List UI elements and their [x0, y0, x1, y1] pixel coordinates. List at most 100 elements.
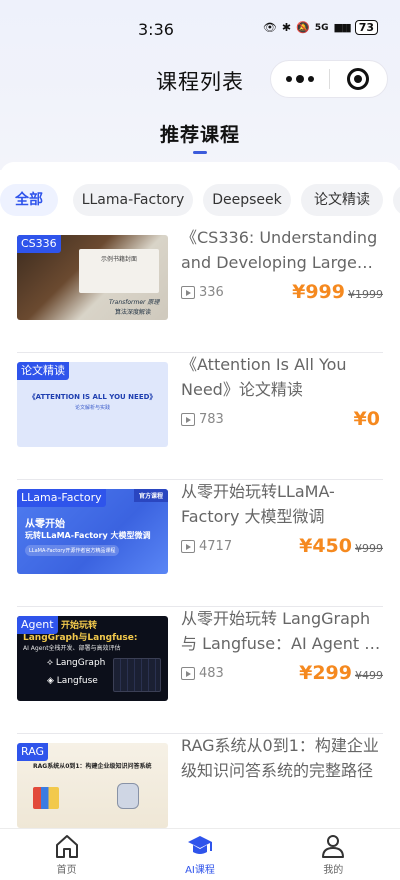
thumb-heading: 《ATTENTION IS ALL YOU NEED》 — [28, 393, 157, 401]
thumb-card: 示例书籍封面 — [79, 249, 159, 293]
langfuse-logo: ◈ Langfuse — [47, 676, 98, 686]
original-price: ¥499 — [355, 669, 383, 682]
robot-illustration — [117, 783, 139, 809]
original-price: ¥999 — [355, 542, 383, 555]
logo-text: Langfuse — [56, 676, 98, 686]
chip-deepseek[interactable]: Deepseek — [203, 184, 291, 216]
course-thumbnail: 示例书籍封面 Transformer 原理 算法深度解读 CS336 — [17, 235, 168, 320]
chip-more[interactable] — [393, 184, 400, 216]
course-title-line: 《CS336: Understanding — [181, 228, 378, 247]
course-thumbnail: 开始玩转 LangGraph与Langfuse: AI Agent全栈开发、部署… — [17, 616, 168, 701]
course-card[interactable]: 开始玩转 LangGraph与Langfuse: AI Agent全栈开发、部署… — [17, 606, 383, 734]
current-price: ¥299 — [299, 662, 352, 684]
play-icon — [181, 540, 195, 553]
price: ¥0 — [354, 408, 383, 430]
thumb-caption: AI Agent全栈开发、部署与高效评估 — [23, 645, 121, 652]
course-title-line: 级知识问答系统的完整路径 — [181, 761, 374, 780]
course-title: RAG系统从0到1：构建企业 级知识问答系统的完整路径 — [181, 733, 383, 783]
more-button[interactable] — [271, 61, 329, 97]
bluetooth-icon: ✱ — [281, 21, 292, 34]
course-title-line: 《Attention Is All You — [181, 355, 347, 374]
course-card[interactable]: 示例书籍封面 Transformer 原理 算法深度解读 CS336 《CS33… — [17, 225, 383, 353]
dot-icon — [307, 76, 314, 82]
signal-icon: ▮▮▮▮ — [333, 21, 351, 34]
view-count-value: 4717 — [199, 539, 233, 554]
course-title: 《CS336: Understanding and Developing Lar… — [181, 225, 383, 275]
dot-icon — [295, 75, 304, 83]
section-title: 推荐课程 — [159, 124, 240, 146]
battery-icon: 73 — [354, 20, 378, 35]
network-label: 5G — [314, 22, 329, 33]
view-count-value: 483 — [199, 666, 224, 681]
view-count: 483 — [181, 666, 224, 681]
course-tag: LLama-Factory — [17, 489, 106, 507]
tab-label: 我的 — [323, 865, 344, 876]
chip-all[interactable]: 全部 — [0, 184, 58, 216]
books-illustration — [33, 787, 59, 809]
course-card[interactable]: 官方课程 从零开始 玩转LLaMA-Factory 大模型微调 LLaMA-Fa… — [17, 479, 383, 607]
thumb-diagram — [113, 658, 161, 692]
tab-label: 首页 — [56, 865, 77, 876]
course-title-line: 从零开始玩转LLaMA- — [181, 482, 335, 501]
price: ¥999 ¥1999 — [292, 281, 383, 303]
mute-icon: 🔕 — [296, 21, 310, 34]
chip-paper-reading[interactable]: 论文精读 — [301, 184, 383, 216]
tab-label: AI课程 — [185, 865, 215, 876]
course-card[interactable]: RAG系统从0到1：构建企业级知识问答系统 RAG RAG系统从0到1：构建企业… — [17, 733, 383, 828]
course-title-line: Factory 大模型微调 — [181, 507, 325, 526]
tab-home[interactable]: 首页 — [0, 829, 133, 880]
tab-ai-courses[interactable]: AI课程 — [133, 829, 266, 880]
close-mini-program-button[interactable] — [329, 61, 387, 97]
mini-program-capsule — [270, 60, 388, 98]
course-tag: RAG — [17, 743, 49, 761]
thumb-caption: LLaMA-Factory开源作者官方精品课程 — [25, 545, 120, 556]
price: ¥299 ¥499 — [299, 662, 383, 684]
chip-llama-factory[interactable]: LLama-Factory — [73, 184, 193, 216]
course-tag: 论文精读 — [17, 362, 69, 380]
course-thumbnail: 官方课程 从零开始 玩转LLaMA-Factory 大模型微调 LLaMA-Fa… — [17, 489, 168, 574]
current-price: ¥450 — [299, 535, 352, 557]
tab-profile[interactable]: 我的 — [267, 829, 400, 880]
thumb-subheading: 论文解析与实践 — [74, 405, 110, 411]
status-time: 3:36 — [138, 20, 174, 39]
play-icon — [181, 286, 195, 299]
course-title: 《Attention Is All You Need》论文精读 — [181, 352, 383, 402]
section-title-underline — [193, 151, 207, 154]
course-title-line: RAG系统从0到1：构建企业 — [181, 736, 379, 755]
eye-icon: 👁 — [262, 21, 277, 34]
course-title-line: 从零开始玩转 LangGraph — [181, 609, 371, 628]
status-icons: 👁 ✱ 🔕 5G ▮▮▮▮ 73 — [263, 20, 378, 35]
user-icon — [322, 835, 345, 858]
official-badge: 官方课程 — [133, 489, 168, 502]
thumb-caption: 算法深度解读 — [115, 309, 152, 316]
price: ¥450 ¥999 — [299, 535, 383, 557]
langgraph-logo: ⟡ LangGraph — [47, 658, 106, 668]
course-panel: 全部 LLama-Factory Deepseek 论文精读 示例书籍封面 Tr… — [0, 162, 400, 828]
course-title: 从零开始玩转LLaMA- Factory 大模型微调 — [181, 479, 383, 529]
course-tag: Agent — [17, 616, 58, 634]
current-price: ¥0 — [353, 408, 380, 430]
thumb-subheading: 玩转LLaMA-Factory 大模型微调 — [25, 531, 151, 540]
course-thumbnail: 《ATTENTION IS ALL YOU NEED》 论文解析与实践 论文精读 — [17, 362, 168, 447]
play-icon — [181, 413, 195, 426]
play-icon — [181, 667, 195, 680]
thumb-heading: 从零开始 — [25, 519, 65, 530]
view-count: 4717 — [181, 539, 232, 554]
course-card[interactable]: 《ATTENTION IS ALL YOU NEED》 论文解析与实践 论文精读… — [17, 352, 383, 480]
current-price: ¥999 — [292, 281, 345, 303]
course-title-line: and Developing Large… — [181, 253, 373, 272]
view-count: 783 — [181, 412, 224, 427]
thumb-caption: Transformer 原理 — [109, 299, 160, 306]
view-count-value: 336 — [199, 285, 224, 300]
dot-icon — [285, 76, 292, 82]
original-price: ¥1999 — [348, 288, 383, 301]
status-bar: 3:36 👁 ✱ 🔕 5G ▮▮▮▮ 73 — [0, 0, 400, 58]
bottom-tab-bar: 首页 AI课程 我的 — [0, 828, 400, 880]
course-title-line: Need》论文精读 — [181, 380, 303, 399]
target-icon — [347, 68, 370, 90]
course-title-line: 与 Langfuse：AI Agent … — [181, 634, 381, 653]
view-count-value: 783 — [199, 412, 224, 427]
home-icon — [55, 835, 78, 858]
course-title: 从零开始玩转 LangGraph 与 Langfuse：AI Agent … — [181, 606, 383, 656]
logo-text: LangGraph — [55, 658, 106, 668]
